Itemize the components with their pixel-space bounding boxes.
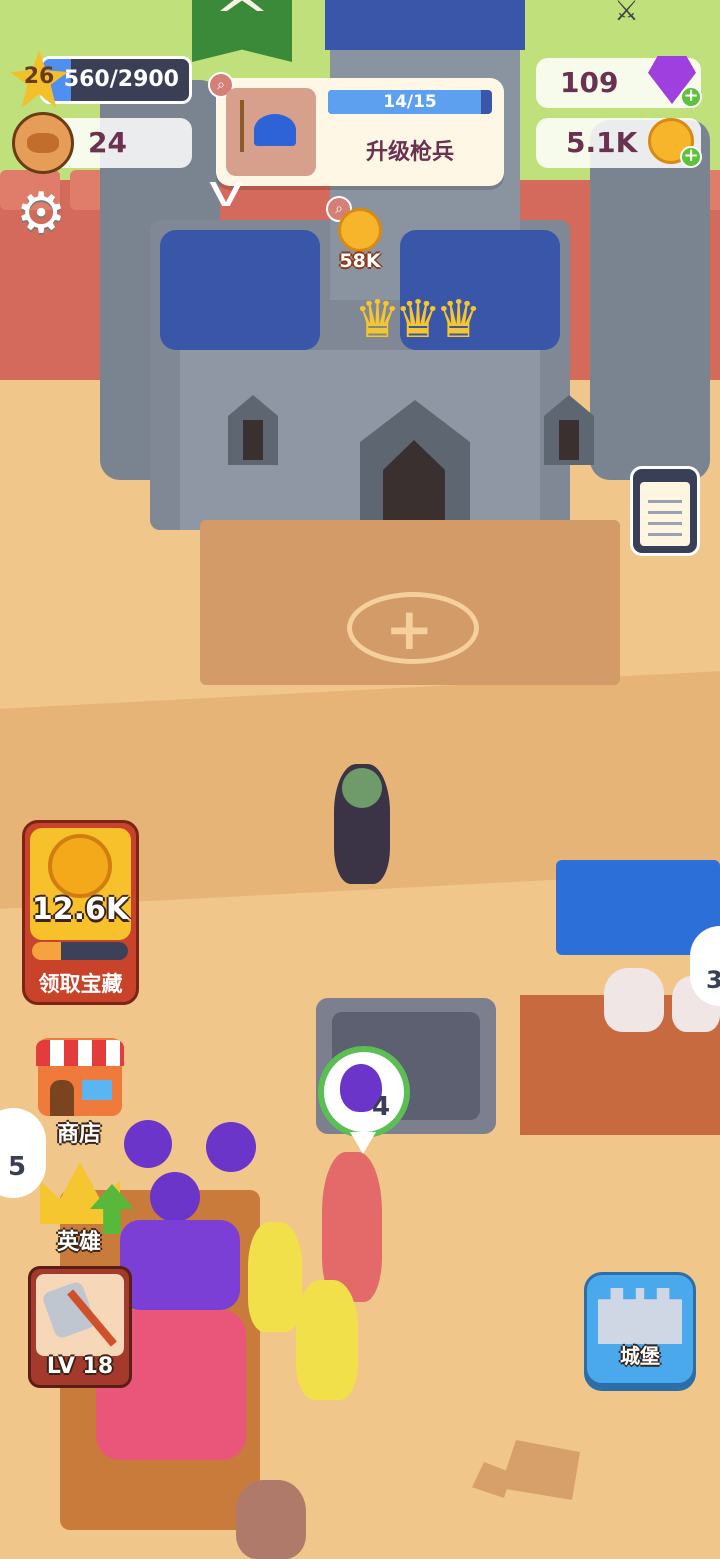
treasure-progress-bar [32,942,128,960]
player-level: 26 [23,64,55,89]
right-bubble-count: 3 [706,966,720,994]
gem-count: 109 [560,66,619,99]
quest-title: 升级枪兵 [365,140,454,165]
shop-window-icon [82,1080,112,1100]
chevron-down-icon[interactable]: v [184,170,268,214]
population-icon [12,112,74,174]
castle-button-label: 城堡 [620,1344,660,1368]
spearman-icon [254,114,296,146]
spear-icon [240,100,244,152]
treasure-label: 领取宝藏 [38,972,123,996]
task-list-icon [648,492,682,540]
purple-berry [206,1122,256,1172]
add-coins-icon[interactable]: + [680,146,702,168]
player-head [342,768,382,808]
stall-vendor [604,968,664,1032]
sword-icon: ⚔ [614,0,640,27]
hero-label: 英雄 [56,1230,101,1255]
treasure-progress-fill [32,942,61,960]
left-bubble-count: 5 [8,1152,27,1182]
shop-awning-icon [36,1040,124,1066]
shop-door-icon [50,1080,74,1116]
add-building-icon[interactable]: + [385,600,434,658]
purple-berry [150,1172,200,1222]
population-count: 24 [88,126,127,159]
coin-icon [48,834,112,898]
crown-emblem-icon: ♛♛♛ [354,290,482,350]
treasure-amount: 12.6K [31,892,130,927]
upgrade-cost: 58K [339,250,381,272]
berry-count: 4 [372,1092,391,1122]
coin-count: 5.1K [566,126,638,159]
xp-bar: 560/2900 [40,56,192,104]
quest-progress-text: 14/15 [383,92,437,112]
weapon-level: LV 18 [46,1354,114,1379]
berry-pile-purple [120,1220,240,1310]
add-gems-icon[interactable]: + [680,86,702,108]
chevron-up-icon[interactable]: ^ [195,0,289,48]
worker-character [296,1280,358,1400]
castle-tower-right [590,120,710,480]
castle-roof-left [160,230,320,350]
worker-character [248,1222,302,1332]
villager-character [236,1480,306,1559]
coin-icon [338,208,382,252]
gear-icon[interactable]: ⚙ [16,186,72,242]
castle-roof-center [325,0,525,50]
xp-text: 560/2900 [63,67,179,92]
